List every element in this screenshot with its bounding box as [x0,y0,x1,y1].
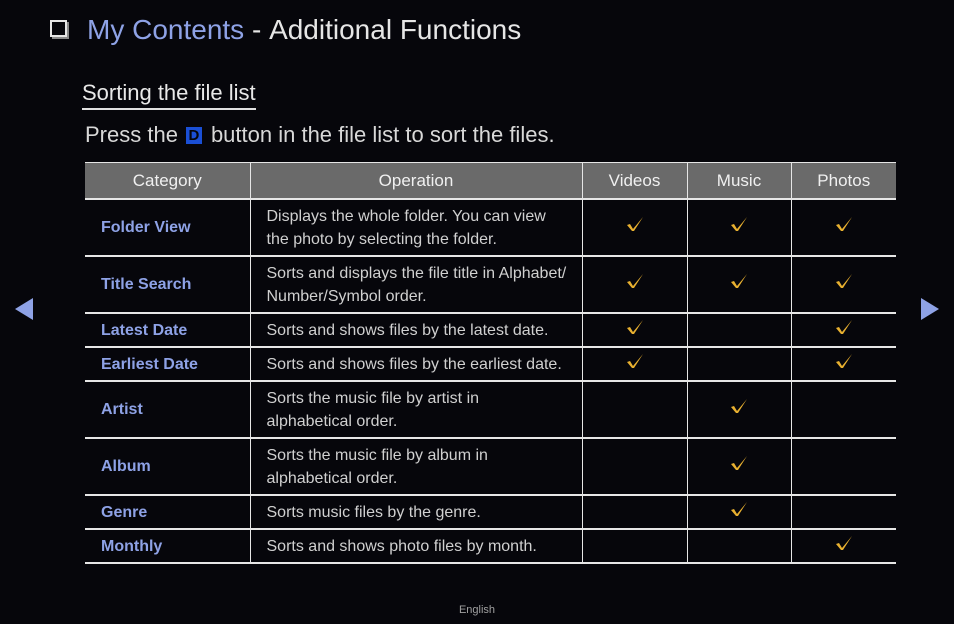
photos-support-cell [790,313,896,348]
operation-cell: Sorts the music file by album in alphabet… [249,438,583,496]
videos-support-cell [581,438,688,496]
category-cell: Artist [85,381,251,439]
column-header-videos: Videos [581,162,688,200]
videos-support-cell [581,313,688,348]
photos-support-cell [790,438,896,496]
operation-line: Sorts and shows files by the latest date… [266,321,549,339]
photos-support-cell [790,381,896,439]
checkmark-icon [834,272,854,290]
checkmark-icon [834,215,854,233]
operation-cell: Sorts and shows files by the earliest da… [249,347,583,382]
operation-line: Sorts and shows files by the earliest da… [266,355,562,373]
videos-support-cell [581,347,688,382]
category-cell: Earliest Date [85,347,251,382]
photos-support-cell [790,256,896,314]
checkmark-icon [625,272,645,290]
table-row: Album Sorts the music file by album in alp… [85,438,896,496]
instruction-before: Press the [85,122,178,147]
music-support-cell [686,347,792,382]
photos-support-cell [790,347,896,382]
photos-support-cell [790,529,896,564]
checkmark-icon [834,318,854,336]
category-cell: Folder View [85,199,251,257]
operation-line: Sorts the music file by album in [266,446,488,464]
page-title: My Contents - Additional Functions [50,12,521,48]
operation-cell: Sorts and shows files by the latest date… [249,313,583,348]
music-support-cell [686,438,792,496]
column-header-operation: Operation [249,162,583,200]
operation-line: Sorts and displays the file title in Alp… [266,264,567,282]
table-row: Earliest Date Sorts and shows files by th… [85,347,896,382]
operation-cell: Sorts and shows photo files by month. [249,529,583,564]
operation-line: alphabetical order. [266,412,398,430]
category-cell: Title Search [85,256,251,314]
operation-cell: Sorts the music file by artist in alphabe… [249,381,583,439]
table-row: Genre Sorts music files by the genre. [85,495,896,530]
checkmark-icon [834,534,854,552]
operation-line: the photo by selecting the folder. [266,230,497,248]
videos-support-cell [581,199,688,257]
operation-line: Sorts the music file by artist in [266,389,480,407]
instruction-text: Press the D button in the file list to s… [85,120,555,150]
category-cell: Latest Date [85,313,251,348]
photos-support-cell [790,199,896,257]
operation-cell: Sorts and displays the file title in Alp… [249,256,583,314]
manual-page: My Contents - Additional Functions Sorti… [0,0,954,624]
checkmark-icon [729,272,749,290]
column-header-category: Category [85,162,251,200]
table-row: Latest Date Sorts and shows files by the … [85,313,896,348]
operation-cell: Sorts music files by the genre. [249,495,583,530]
music-support-cell [686,199,792,257]
column-header-music: Music [686,162,792,200]
operation-line: Displays the whole folder. You can view [266,207,546,225]
section-heading: Sorting the file list [82,79,256,110]
operation-line: Number/Symbol order. [266,287,427,305]
checkmark-icon [729,500,749,518]
table-row: Monthly Sorts and shows photo files by mo… [85,529,896,564]
table-header-row: Category Operation Videos Music Photos [85,162,896,200]
instruction-after: button in the file list to sort the file… [210,122,555,147]
operation-line: alphabetical order. [266,469,398,487]
music-support-cell [686,313,792,348]
checkmark-icon [625,215,645,233]
videos-support-cell [581,529,688,564]
operation-line: Sorts music files by the genre. [266,503,481,521]
videos-support-cell [581,256,688,314]
checkmark-icon [834,352,854,370]
music-support-cell [686,495,792,530]
d-button-icon: D [185,126,202,144]
title-separator: - [244,14,270,45]
photos-support-cell [790,495,896,530]
category-cell: Genre [85,495,251,530]
music-support-cell [686,381,792,439]
checkmark-icon [625,352,645,370]
checkmark-icon [729,397,749,415]
checkmark-icon [729,215,749,233]
music-support-cell [686,529,792,564]
table-row: Artist Sorts the music file by artist in a… [85,381,896,439]
triangle-left-icon[interactable] [15,298,33,320]
triangle-right-icon[interactable] [921,298,939,320]
sort-options-table: Category Operation Videos Music Photos F… [85,162,896,564]
footer-language: English [458,604,496,616]
category-cell: Album [85,438,251,496]
checkmark-icon [729,454,749,472]
operation-line: Sorts and shows photo files by month. [266,537,537,555]
checkmark-icon [625,318,645,336]
category-cell: Monthly [85,529,251,564]
title-rest: Additional Functions [269,14,522,45]
title-main: My Contents [87,14,245,45]
column-header-photos: Photos [790,162,896,200]
operation-cell: Displays the whole folder. You can view t… [249,199,583,257]
music-support-cell [686,256,792,314]
checkbox-bullet-icon [50,19,67,37]
videos-support-cell [581,495,688,530]
table-row: Title Search Sorts and displays the file … [85,256,896,314]
table-row: Folder View Displays the whole folder. Yo… [85,199,896,257]
videos-support-cell [581,381,688,439]
